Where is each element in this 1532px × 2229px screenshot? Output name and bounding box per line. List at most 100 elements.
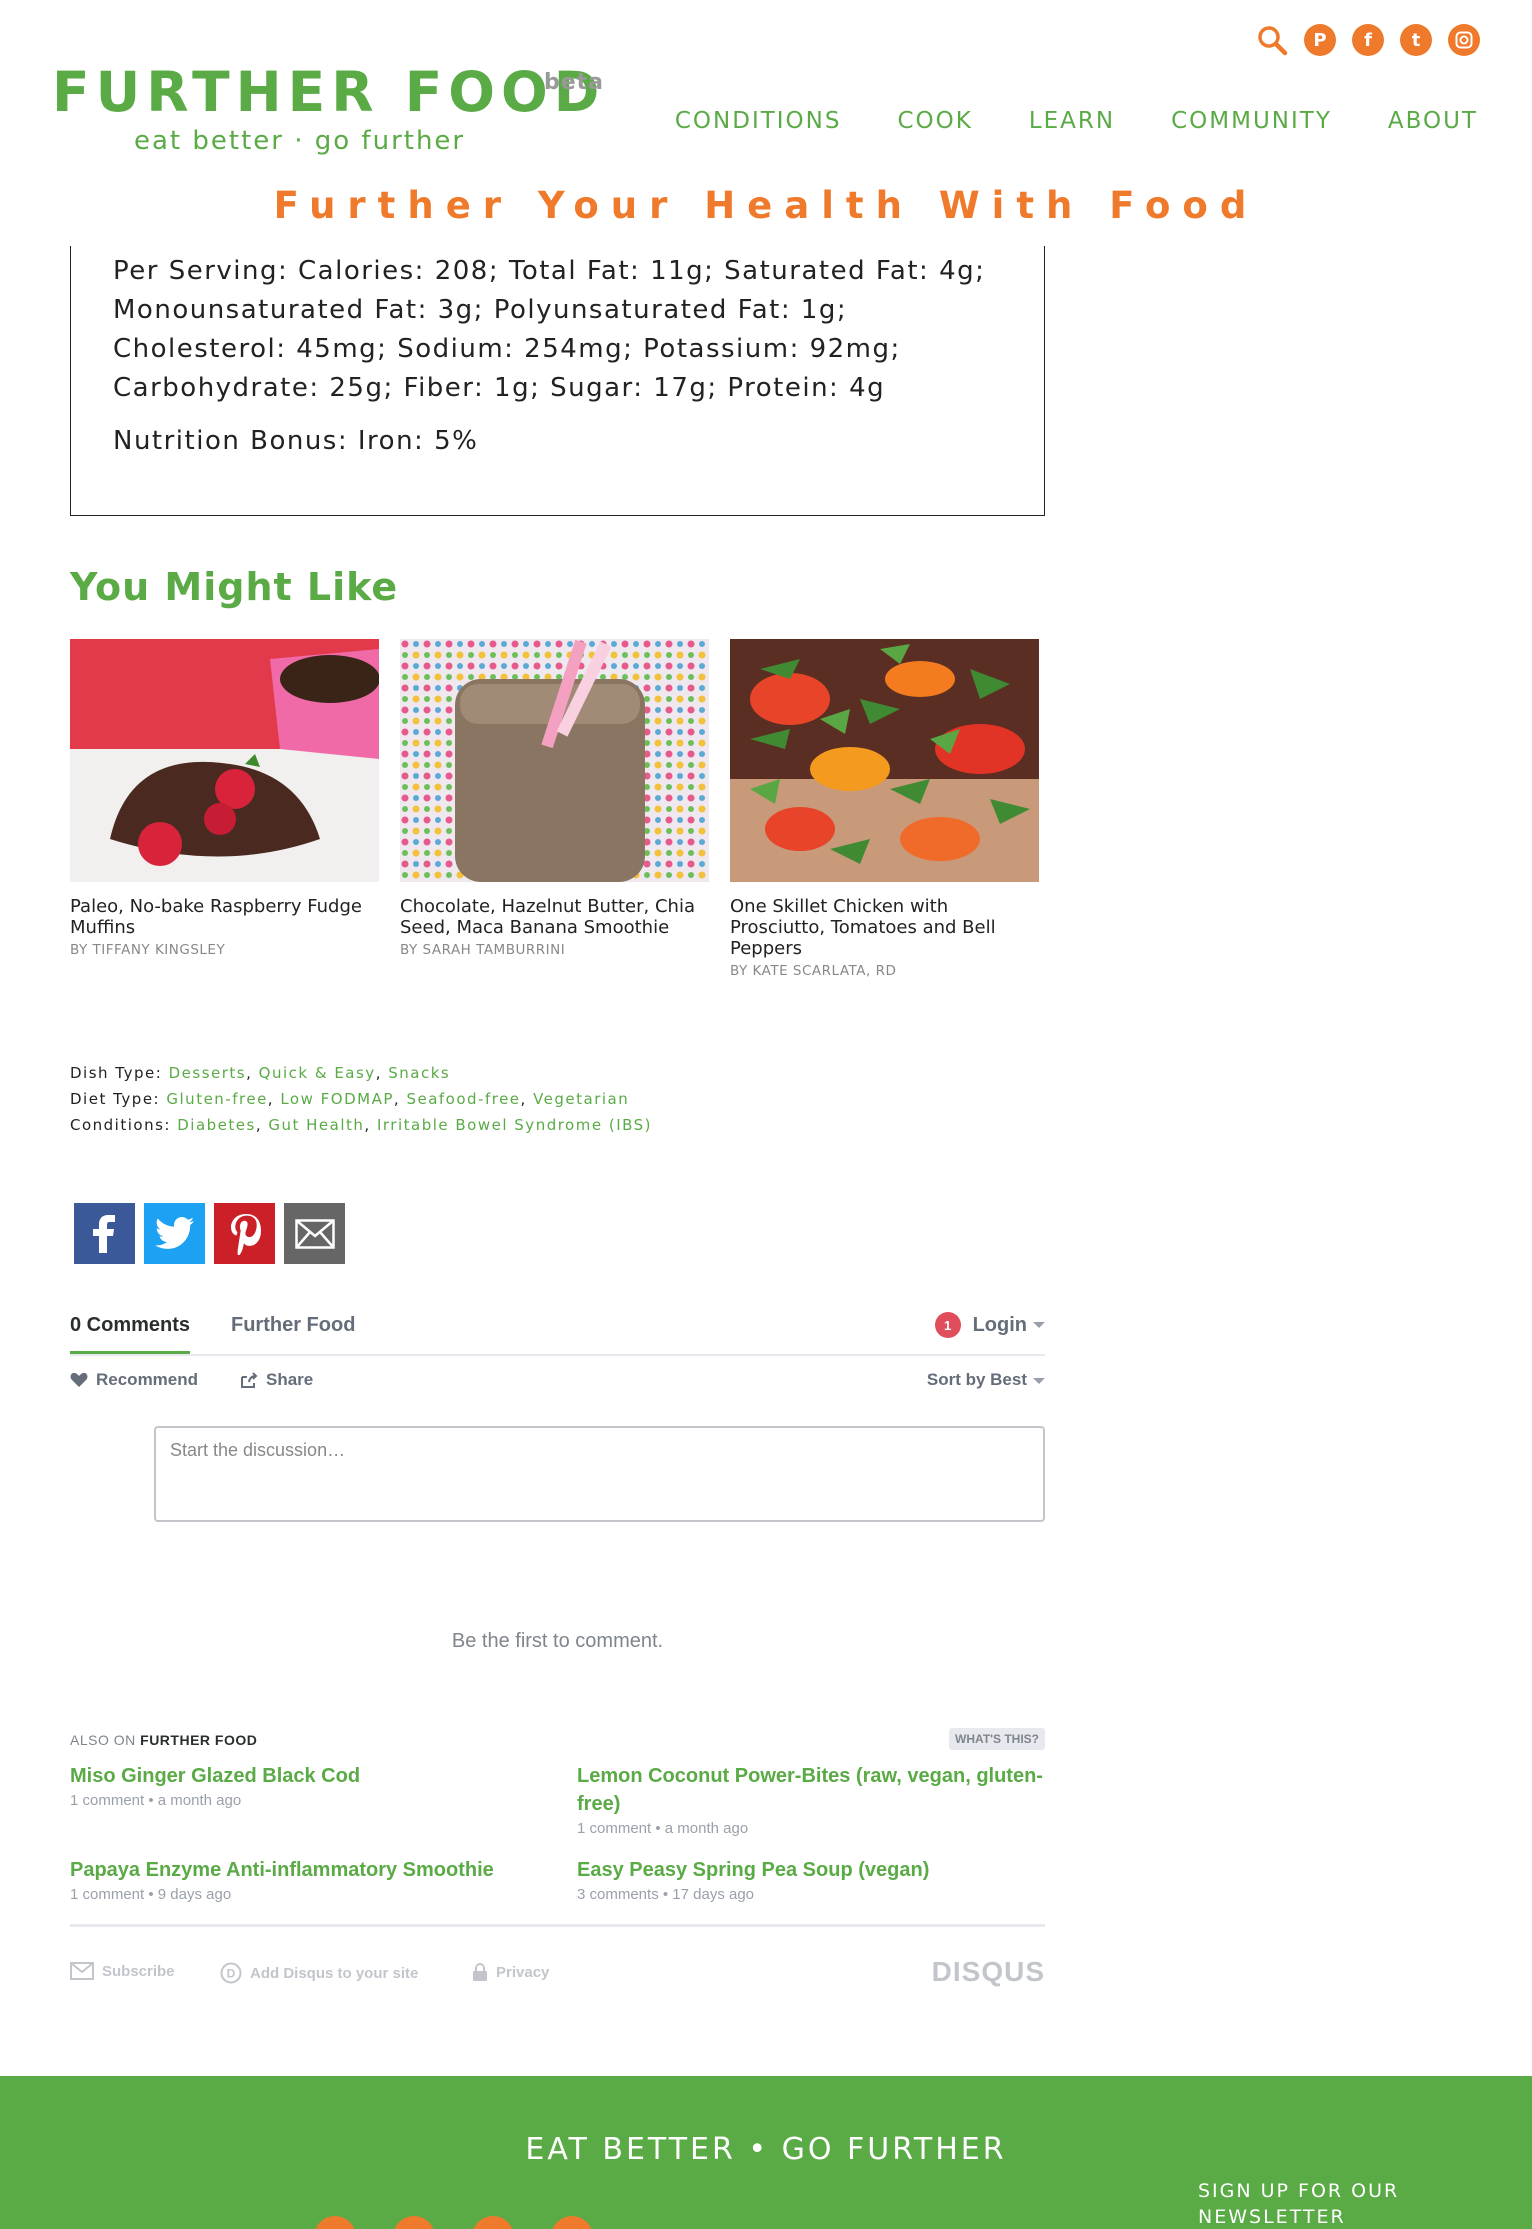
facebook-icon	[92, 1214, 115, 1253]
recipe-title[interactable]: One Skillet Chicken with Prosciutto, Tom…	[730, 896, 1039, 959]
nav-community[interactable]: COMMUNITY	[1171, 108, 1332, 134]
share-icon	[241, 1372, 258, 1388]
you-might-like-heading: You Might Like	[70, 565, 399, 609]
site-header: FURTHER FOOD beta eat better · go furthe…	[0, 0, 1532, 240]
nutrition-box: Per Serving: Calories: 208; Total Fat: 1…	[70, 246, 1045, 516]
recipe-title[interactable]: Chocolate, Hazelnut Butter, Chia Seed, M…	[400, 896, 709, 938]
tab-comments[interactable]: 0 Comments	[70, 1314, 191, 1354]
tag-link[interactable]: Desserts	[169, 1064, 247, 1082]
nav-learn[interactable]: LEARN	[1029, 108, 1115, 134]
recipe-card[interactable]: Paleo, No-bake Raspberry Fudge Muffins B…	[70, 639, 379, 979]
envelope-icon	[70, 1962, 94, 1980]
search-icon[interactable]	[1256, 24, 1288, 56]
chevron-down-icon	[1033, 1377, 1045, 1384]
also-item-title[interactable]: Miso Ginger Glazed Black Cod	[70, 1762, 540, 1790]
svg-text:D: D	[227, 1967, 236, 1981]
conditions-row: Conditions: Diabetes, Gut Health, Irrita…	[70, 1116, 653, 1134]
recipe-card[interactable]: One Skillet Chicken with Prosciutto, Tom…	[730, 639, 1039, 979]
recipe-author[interactable]: BY TIFFANY KINGSLEY	[70, 942, 379, 958]
disqus-comments: 0 Comments Further Food 1 Login Recommen…	[70, 1300, 1045, 1987]
tag-link[interactable]: Gluten-free	[166, 1090, 267, 1108]
comment-input[interactable]: Start the discussion…	[154, 1426, 1045, 1522]
also-item[interactable]: Papaya Enzyme Anti-inflammatory Smoothie…	[70, 1856, 540, 1903]
nutrition-bonus: Nutrition Bonus: Iron: 5%	[113, 426, 479, 456]
tag-link[interactable]: Gut Health	[268, 1116, 364, 1134]
recipe-author[interactable]: BY KATE SCARLATA, RD	[730, 963, 1039, 979]
nav-conditions[interactable]: CONDITIONS	[675, 108, 842, 134]
nav-cook[interactable]: COOK	[897, 108, 972, 134]
privacy-link[interactable]: Privacy	[472, 1962, 549, 1982]
dish-type-label: Dish Type:	[70, 1064, 163, 1082]
recipe-image-smoothie[interactable]	[400, 639, 709, 882]
subscribe-link[interactable]: Subscribe	[70, 1962, 175, 1980]
disqus-icon: D	[220, 1962, 242, 1984]
chevron-down-icon	[1033, 1322, 1045, 1329]
email-share-button[interactable]	[284, 1203, 345, 1264]
disqus-actions: Recommend Share Sort by Best	[70, 1356, 1045, 1408]
add-disqus-link[interactable]: D Add Disqus to your site	[220, 1962, 418, 1984]
share-buttons	[74, 1203, 345, 1264]
recommend-button[interactable]: Recommend	[70, 1370, 198, 1390]
login-menu[interactable]: 1 Login	[934, 1312, 1045, 1338]
social-icon[interactable]	[551, 2216, 593, 2229]
logo-text[interactable]: FURTHER FOOD	[52, 62, 605, 122]
also-item-title[interactable]: Easy Peasy Spring Pea Soup (vegan)	[577, 1856, 1047, 1884]
site-footer: EAT BETTER • GO FURTHER SIGN UP FOR OUR …	[0, 2076, 1532, 2229]
social-icon[interactable]	[314, 2216, 356, 2229]
tag-link[interactable]: Low FODMAP	[280, 1090, 394, 1108]
twitter-icon[interactable]: t	[1400, 24, 1432, 56]
conditions-label: Conditions:	[70, 1116, 171, 1134]
also-item[interactable]: Easy Peasy Spring Pea Soup (vegan) 3 com…	[577, 1856, 1047, 1903]
pinterest-icon	[230, 1213, 261, 1255]
beta-label: beta	[544, 70, 605, 95]
also-item-title[interactable]: Papaya Enzyme Anti-inflammatory Smoothie	[70, 1856, 540, 1884]
tag-link[interactable]: Snacks	[388, 1064, 450, 1082]
also-item-meta: 1 comment • a month ago	[577, 1820, 749, 1837]
pinterest-share-button[interactable]	[214, 1203, 275, 1264]
site-slogan: Further Your Health With Food	[273, 184, 1259, 227]
social-icon[interactable]	[393, 2216, 435, 2229]
nutrition-per-serving: Per Serving: Calories: 208; Total Fat: 1…	[113, 256, 986, 403]
recipe-title[interactable]: Paleo, No-bake Raspberry Fudge Muffins	[70, 896, 379, 938]
also-item[interactable]: Lemon Coconut Power-Bites (raw, vegan, g…	[577, 1762, 1047, 1837]
nav-about[interactable]: ABOUT	[1388, 108, 1478, 134]
tag-link[interactable]: Vegetarian	[533, 1090, 629, 1108]
recipe-image-muffins[interactable]	[70, 639, 379, 882]
dish-type-row: Dish Type: Desserts, Quick & Easy, Snack…	[70, 1064, 451, 1082]
site-logo[interactable]: FURTHER FOOD beta eat better · go furthe…	[52, 62, 605, 156]
twitter-share-button[interactable]	[144, 1203, 205, 1264]
lock-icon	[473, 1963, 487, 1981]
facebook-share-button[interactable]	[74, 1203, 135, 1264]
notification-badge[interactable]: 1	[934, 1312, 961, 1338]
logo-tagline: eat better · go further	[134, 126, 466, 156]
header-social-icons: P f t	[1256, 24, 1480, 56]
disqus-logo[interactable]: DISQUS	[932, 1956, 1045, 1988]
diet-type-row: Diet Type: Gluten-free, Low FODMAP, Seaf…	[70, 1090, 630, 1108]
tag-link[interactable]: Seafood-free	[406, 1090, 520, 1108]
also-on-label: ALSO ON FURTHER FOOD	[70, 1732, 258, 1748]
tag-link[interactable]: Diabetes	[177, 1116, 256, 1134]
empty-comments-message: Be the first to comment.	[451, 1630, 664, 1652]
email-icon	[294, 1218, 335, 1249]
recipe-author[interactable]: BY SARAH TAMBURRINI	[400, 942, 709, 958]
recipe-image-skillet[interactable]	[730, 639, 1039, 882]
diet-type-label: Diet Type:	[70, 1090, 161, 1108]
also-item-title[interactable]: Lemon Coconut Power-Bites (raw, vegan, g…	[577, 1762, 1047, 1818]
sort-dropdown[interactable]: Sort by Best	[927, 1370, 1045, 1390]
divider	[70, 1924, 1045, 1927]
share-button[interactable]: Share	[240, 1370, 313, 1390]
footer-tagline: EAT BETTER • GO FURTHER	[525, 2132, 1007, 2167]
also-item[interactable]: Miso Ginger Glazed Black Cod 1 comment •…	[70, 1762, 540, 1809]
tag-link[interactable]: Irritable Bowel Syndrome (IBS)	[377, 1116, 652, 1134]
recipe-card[interactable]: Chocolate, Hazelnut Butter, Chia Seed, M…	[400, 639, 709, 979]
pinterest-icon[interactable]: P	[1304, 24, 1336, 56]
disqus-footer: Subscribe D Add Disqus to your site Priv…	[70, 1956, 1045, 1988]
login-label[interactable]: Login	[973, 1314, 1045, 1337]
tag-link[interactable]: Quick & Easy	[259, 1064, 376, 1082]
facebook-icon[interactable]: f	[1352, 24, 1384, 56]
social-icon[interactable]	[472, 2216, 514, 2229]
instagram-icon[interactable]	[1448, 24, 1480, 56]
tab-community[interactable]: Further Food	[231, 1314, 355, 1337]
whats-this-button[interactable]: WHAT'S THIS?	[949, 1728, 1045, 1750]
also-item-meta: 1 comment • 9 days ago	[70, 1886, 232, 1903]
